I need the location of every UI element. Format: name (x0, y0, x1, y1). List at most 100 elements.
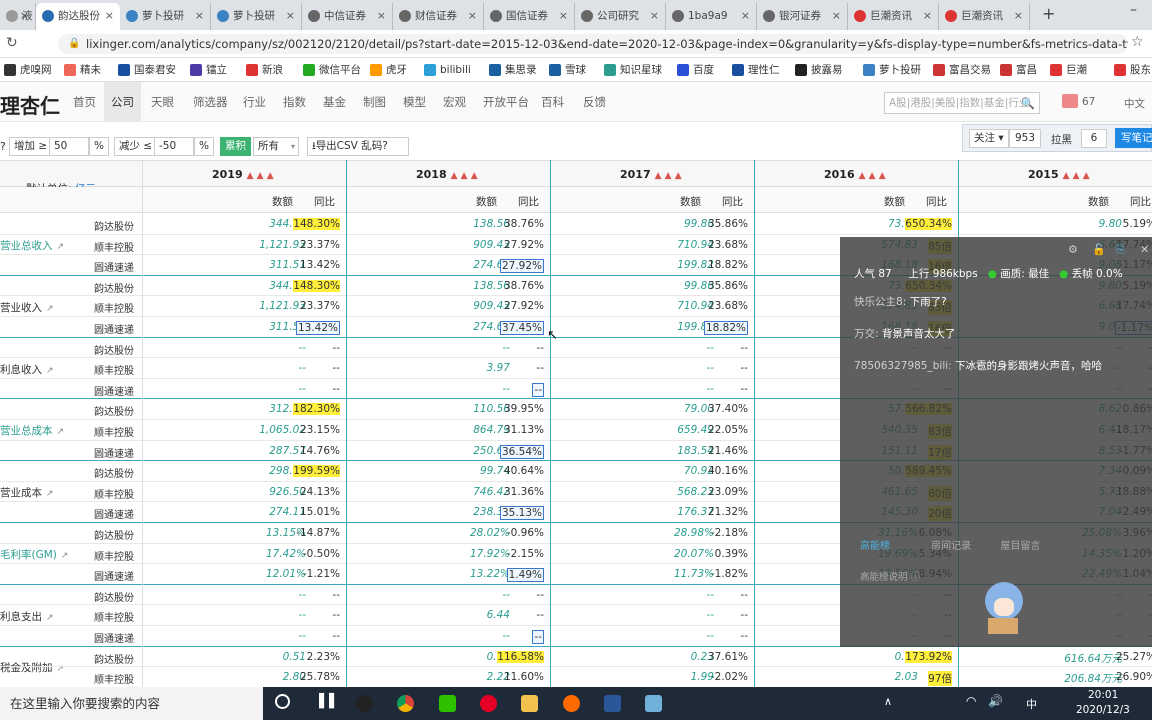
browser-tab[interactable]: 韵达股份 × (36, 3, 120, 30)
reload-icon[interactable]: ↻ (6, 35, 18, 51)
company-name[interactable]: 顺丰控股 (94, 239, 134, 254)
cumulative-toggle[interactable]: 累积 (220, 137, 251, 156)
bookmark-item[interactable]: bilibili (424, 62, 471, 78)
wifi-icon[interactable]: ◠ (966, 694, 976, 708)
sort-icons[interactable]: ▲ ▲ ▲ (451, 171, 478, 181)
sort-icons[interactable]: ▲ ▲ ▲ (859, 171, 886, 181)
nav-item[interactable]: 公司 (104, 82, 141, 122)
company-name[interactable]: 韵达股份 (94, 651, 134, 666)
year-header[interactable]: 2016 ▲ ▲ ▲ (824, 168, 886, 181)
nav-item[interactable]: 天眼 (144, 82, 181, 122)
nav-item[interactable]: 宏观 (436, 82, 473, 122)
company-name[interactable]: 顺丰控股 (94, 486, 134, 501)
bookmark-item[interactable]: 理性仁 (732, 62, 780, 78)
bookmark-item[interactable]: 集思录 (489, 62, 537, 78)
export-csv-button[interactable]: ⭳导出CSV 乱码? (307, 137, 409, 156)
app-icon[interactable] (645, 695, 662, 712)
company-name[interactable]: 顺丰控股 (94, 671, 134, 686)
close-icon[interactable]: × (20, 3, 29, 29)
year-header[interactable]: 2018 ▲ ▲ ▲ (416, 168, 478, 181)
company-name[interactable]: 顺丰控股 (94, 548, 134, 563)
word-icon[interactable] (604, 695, 621, 712)
year-header[interactable]: 2019 ▲ ▲ ▲ (212, 168, 274, 181)
danmaku-user[interactable]: 快乐公主8 (854, 296, 903, 308)
browser-tab[interactable]: 液 × (0, 3, 36, 30)
energy-rank-tip[interactable]: 高能榜说明 (860, 572, 908, 583)
search-icon[interactable]: 🔍 (1021, 94, 1035, 114)
close-icon[interactable]: × (468, 3, 477, 29)
close-icon[interactable]: × (286, 3, 295, 29)
bookmark-item[interactable]: 精未 (64, 62, 101, 78)
browser-tab[interactable]: 财信证券 × (393, 3, 484, 30)
company-name[interactable]: 韵达股份 (94, 280, 134, 295)
cortana-icon[interactable] (275, 694, 290, 709)
chrome-icon[interactable] (397, 695, 414, 712)
tray-up-icon[interactable]: ∧ (884, 695, 892, 708)
nav-item[interactable]: 模型 (396, 82, 433, 122)
close-icon[interactable]: × (832, 3, 841, 29)
nav-item[interactable]: 基金 (316, 82, 353, 122)
danmaku-user[interactable]: 78506327985_bili (854, 360, 948, 372)
close-icon[interactable]: ✕ (1140, 243, 1149, 256)
avatar[interactable] (1062, 94, 1078, 108)
year-header[interactable]: 2015 ▲ ▲ ▲ (1028, 168, 1090, 181)
close-icon[interactable]: × (105, 3, 114, 29)
follow-button[interactable]: 关注 ▾ (969, 129, 1009, 148)
sort-icons[interactable]: ▲ ▲ ▲ (655, 171, 682, 181)
write-note-button[interactable]: 写笔记 (1115, 128, 1152, 148)
task-view-icon[interactable]: ▐▐ (314, 694, 334, 709)
qq-icon[interactable] (356, 695, 373, 712)
new-tab-icon[interactable]: + (1042, 4, 1055, 23)
company-name[interactable]: 顺丰控股 (94, 424, 134, 439)
company-name[interactable]: 韵达股份 (94, 589, 134, 604)
sort-icons[interactable]: ▲ ▲ ▲ (247, 171, 274, 181)
bookmark-item[interactable]: 披露易 (795, 62, 843, 78)
bookmark-item[interactable]: 股东 (1114, 62, 1151, 78)
company-name[interactable]: 顺丰控股 (94, 609, 134, 624)
browser-tab[interactable]: 1ba9a9 × (666, 3, 757, 30)
company-name[interactable]: 圆通速递 (94, 445, 134, 460)
danmaku-user[interactable]: 万交 (854, 328, 875, 340)
company-name[interactable]: 圆通速递 (94, 321, 134, 336)
company-name[interactable]: 韵达股份 (94, 527, 134, 542)
browser-tab[interactable]: 萝卜投研 × (211, 3, 302, 30)
browser-tab[interactable]: 萝卜投研 × (120, 3, 211, 30)
browser-tab[interactable]: 银河证券 × (757, 3, 848, 30)
browser-tab[interactable]: 国信证券 × (484, 3, 575, 30)
volume-icon[interactable]: 🔊 (988, 694, 1003, 708)
lock-icon[interactable]: 🔓 (1092, 243, 1106, 256)
nav-item[interactable]: 开放平台 (476, 82, 536, 122)
year-header[interactable]: 2017 ▲ ▲ ▲ (620, 168, 682, 181)
bookmark-item[interactable]: 萝卜投研 (863, 62, 921, 78)
decrease-input[interactable]: -50 (154, 137, 194, 156)
pin-icon[interactable]: ⎘ (1116, 243, 1125, 257)
bookmark-item[interactable]: 富昌交易 (933, 62, 991, 78)
tab-room-record[interactable]: 房间记录 (931, 541, 971, 552)
close-icon[interactable]: × (195, 3, 204, 29)
nav-item[interactable]: 行业 (236, 82, 273, 122)
bookmark-item[interactable]: 国泰君安 (118, 62, 176, 78)
nav-item[interactable]: 首页 (66, 82, 103, 122)
site-logo[interactable]: 理杏仁 (0, 90, 60, 119)
browser-tab[interactable]: 中信证券 × (302, 3, 393, 30)
close-icon[interactable]: × (1014, 3, 1023, 29)
company-name[interactable]: 韵达股份 (94, 218, 134, 233)
bookmark-item[interactable]: 百度 (677, 62, 714, 78)
company-name[interactable]: 圆通速递 (94, 568, 134, 583)
bookmark-item[interactable]: 虎嗅网 (4, 62, 52, 78)
star-icon[interactable]: ☆ (1131, 34, 1144, 50)
bookmark-item[interactable]: 富昌 (1000, 62, 1037, 78)
company-name[interactable]: 圆通速递 (94, 383, 134, 398)
sort-icons[interactable]: ▲ ▲ ▲ (1063, 171, 1090, 181)
browser-tab[interactable]: 巨潮资讯 × (939, 3, 1030, 30)
url-field[interactable]: 🔒 lixinger.com/analytics/company/sz/0021… (58, 34, 1128, 54)
nav-item[interactable]: 百科 (534, 82, 571, 122)
company-name[interactable]: 韵达股份 (94, 342, 134, 357)
close-icon[interactable]: × (650, 3, 659, 29)
clock-time[interactable]: 20:01 (1088, 689, 1118, 701)
company-name[interactable]: 顺丰控股 (94, 362, 134, 377)
taskbar-search-input[interactable]: 在这里输入你要搜索的内容 (0, 687, 263, 720)
company-name[interactable]: 顺丰控股 (94, 300, 134, 315)
company-name[interactable]: 圆通速递 (94, 506, 134, 521)
bookmark-item[interactable]: 新浪 (246, 62, 283, 78)
